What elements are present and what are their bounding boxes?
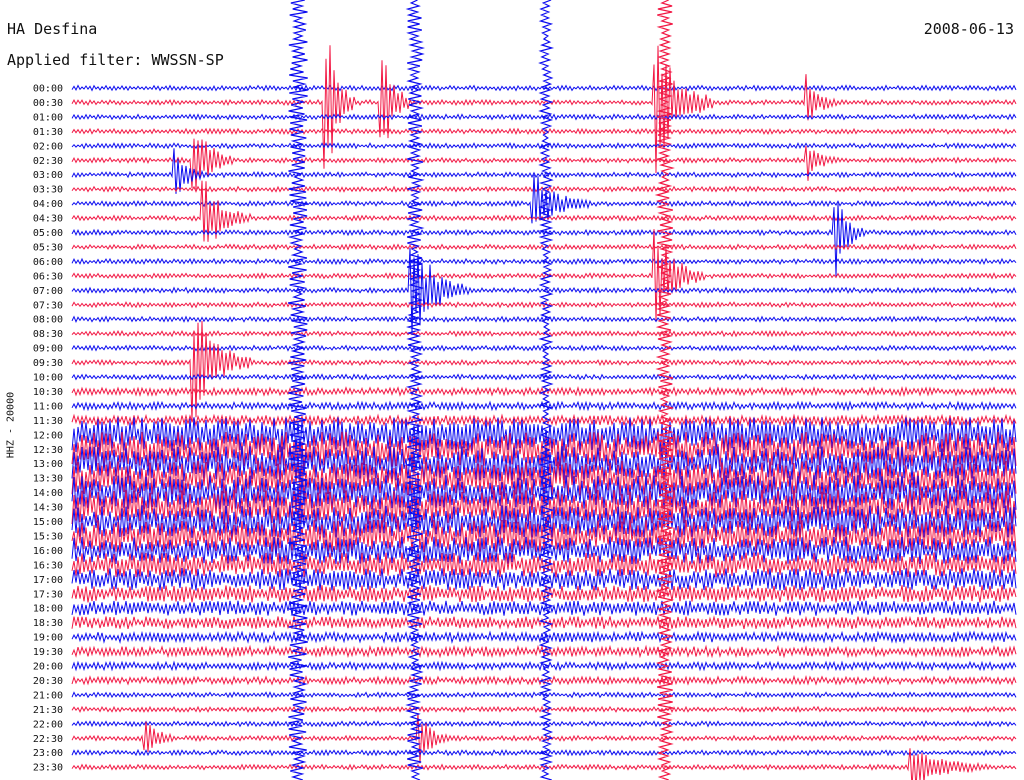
tick-label-0100: 01:00: [33, 112, 63, 123]
tick-label-0030: 00:30: [33, 98, 63, 109]
trace-2200: [71, 720, 1017, 728]
tick-label-1930: 19:30: [33, 647, 63, 658]
tick-label-1730: 17:30: [33, 589, 63, 600]
tick-label-2130: 21:30: [33, 705, 63, 716]
tick-label-2100: 21:00: [33, 690, 63, 701]
tick-label-1530: 15:30: [33, 531, 63, 542]
tick-label-0430: 04:30: [33, 214, 63, 225]
tick-label-0900: 09:00: [33, 344, 63, 355]
time-tick-labels: 00:00 00:30 01:00 01:30 02:00 02:30 03:00 03:30…: [33, 84, 63, 774]
trace-1800: [71, 600, 1017, 616]
trace-2230: [71, 713, 1017, 764]
tick-label-0300: 03:00: [33, 170, 63, 181]
tick-label-1500: 15:00: [33, 517, 63, 528]
tick-label-0230: 02:30: [33, 156, 63, 167]
tick-label-0500: 05:00: [33, 228, 63, 239]
trace-1730: [71, 584, 1017, 603]
tick-label-2330: 23:30: [33, 763, 63, 774]
tick-label-1030: 10:30: [33, 387, 63, 398]
tick-label-1230: 12:30: [33, 445, 63, 456]
tick-label-1330: 13:30: [33, 474, 63, 485]
tick-label-0930: 09:30: [33, 358, 63, 369]
tick-label-1700: 17:00: [33, 575, 63, 586]
tick-label-0530: 05:30: [33, 242, 63, 253]
seismogram-plot: 00:00 00:30 01:00 01:30 02:00 02:30 03:00 03:30…: [33, 0, 1017, 780]
tick-label-0800: 08:00: [33, 315, 63, 326]
tick-label-2030: 20:30: [33, 676, 63, 687]
trace-0730: [71, 301, 1017, 309]
tick-label-0730: 07:30: [33, 300, 63, 311]
tick-label-1200: 12:00: [33, 430, 63, 441]
tick-label-2230: 22:30: [33, 734, 63, 745]
tick-label-1300: 13:00: [33, 459, 63, 470]
seismogram-traces: [71, 0, 1017, 780]
trace-1000: [71, 373, 1017, 381]
tick-label-2200: 22:00: [33, 719, 63, 730]
tick-label-1830: 18:30: [33, 618, 63, 629]
tick-label-0400: 04:00: [33, 199, 63, 210]
tick-label-1100: 11:00: [33, 401, 63, 412]
tick-label-2000: 20:00: [33, 662, 63, 673]
tick-label-0600: 06:00: [33, 257, 63, 268]
tick-label-1000: 10:00: [33, 373, 63, 384]
tick-label-1430: 14:30: [33, 503, 63, 514]
tick-label-1800: 18:00: [33, 604, 63, 615]
tick-label-0000: 00:00: [33, 84, 63, 95]
tick-label-1900: 19:00: [33, 633, 63, 644]
tick-label-0630: 06:30: [33, 271, 63, 282]
tick-label-0200: 02:00: [33, 141, 63, 152]
tick-label-0330: 03:30: [33, 185, 63, 196]
trace-0800: [71, 315, 1017, 323]
tick-label-1130: 11:30: [33, 416, 63, 427]
tick-label-0830: 08:30: [33, 329, 63, 340]
tick-label-0700: 07:00: [33, 286, 63, 297]
tick-label-2300: 23:00: [33, 748, 63, 759]
tick-label-1630: 16:30: [33, 560, 63, 571]
tick-label-0130: 01:30: [33, 127, 63, 138]
tick-label-1600: 16:00: [33, 546, 63, 557]
tick-label-1400: 14:00: [33, 488, 63, 499]
